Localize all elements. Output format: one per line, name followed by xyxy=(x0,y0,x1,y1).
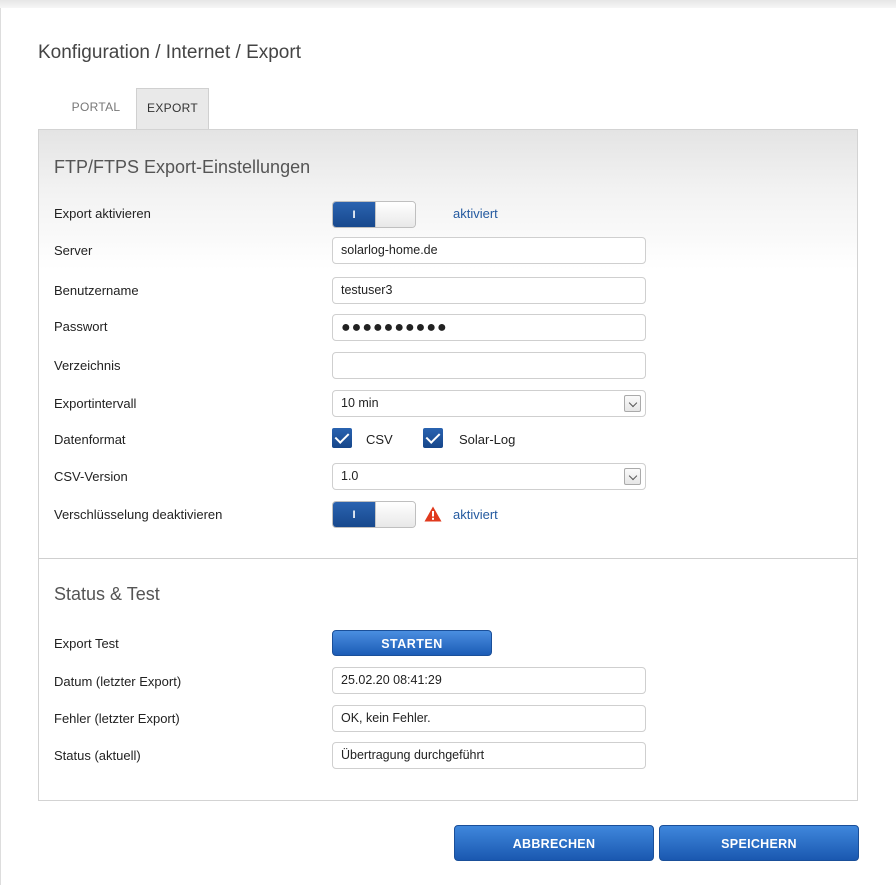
toggle-knob xyxy=(375,502,415,527)
chevron-down-icon xyxy=(624,395,641,412)
last-export-date-field: 25.02.20 08:41:29 xyxy=(332,667,646,694)
export-test-label: Export Test xyxy=(54,636,119,651)
csv-version-label: CSV-Version xyxy=(54,469,128,484)
save-button[interactable]: SPEICHERN xyxy=(659,825,859,861)
username-input[interactable]: testuser3 xyxy=(332,277,646,304)
csv-checkbox[interactable] xyxy=(332,428,352,448)
tab-portal[interactable]: PORTAL xyxy=(58,88,134,130)
csv-version-value: 1.0 xyxy=(341,469,359,483)
password-label: Passwort xyxy=(54,319,108,334)
ftp-section-title: FTP/FTPS Export-Einstellungen xyxy=(54,157,311,177)
status-section-title: Status & Test xyxy=(54,584,160,604)
csv-version-select[interactable]: 1.0 xyxy=(332,463,646,490)
csv-checkbox-label: CSV xyxy=(366,432,393,447)
start-test-button[interactable]: STARTEN xyxy=(332,630,492,656)
solarlog-checkbox-label: Solar-Log xyxy=(459,432,516,447)
last-export-error-field: OK, kein Fehler. xyxy=(332,705,646,732)
toggle-on-indicator: I xyxy=(333,502,375,527)
toggle-on-indicator: I xyxy=(333,202,375,227)
solarlog-checkbox[interactable] xyxy=(423,428,443,448)
last-export-date-label: Datum (letzter Export) xyxy=(54,674,182,689)
warning-triangle-icon xyxy=(424,506,442,522)
interval-label: Exportintervall xyxy=(54,396,137,411)
encryption-toggle[interactable]: I xyxy=(332,501,416,528)
encryption-label: Verschlüsselung deaktivieren xyxy=(54,507,223,522)
server-input[interactable]: solarlog-home.de xyxy=(332,237,646,264)
last-export-error-label: Fehler (letzter Export) xyxy=(54,711,180,726)
toggle-knob xyxy=(375,202,415,227)
interval-value: 10 min xyxy=(341,396,379,410)
breadcrumb: Konfiguration / Internet / Export xyxy=(38,42,301,63)
interval-select[interactable]: 10 min xyxy=(332,390,646,417)
left-border xyxy=(0,8,1,885)
directory-input[interactable] xyxy=(332,352,646,379)
tab-export[interactable]: EXPORT xyxy=(136,88,209,130)
password-input[interactable]: ●●●●●●●●●● xyxy=(332,314,646,341)
chevron-down-icon xyxy=(624,468,641,485)
current-status-field: Übertragung durchgeführt xyxy=(332,742,646,769)
current-status-label: Status (aktuell) xyxy=(54,748,141,763)
export-enable-label: Export aktivieren xyxy=(54,206,151,221)
cancel-button[interactable]: ABBRECHEN xyxy=(454,825,654,861)
directory-label: Verzeichnis xyxy=(54,358,121,373)
export-enable-status: aktiviert xyxy=(453,206,498,221)
data-format-label: Datenformat xyxy=(54,432,126,447)
top-bar xyxy=(0,0,896,8)
export-panel: FTP/FTPS Export-Einstellungen Export akt… xyxy=(38,129,858,801)
username-label: Benutzername xyxy=(54,283,139,298)
server-label: Server xyxy=(54,243,93,258)
ftp-settings-section: FTP/FTPS Export-Einstellungen Export akt… xyxy=(39,130,857,559)
export-enable-toggle[interactable]: I xyxy=(332,201,416,228)
encryption-status: aktiviert xyxy=(453,507,498,522)
